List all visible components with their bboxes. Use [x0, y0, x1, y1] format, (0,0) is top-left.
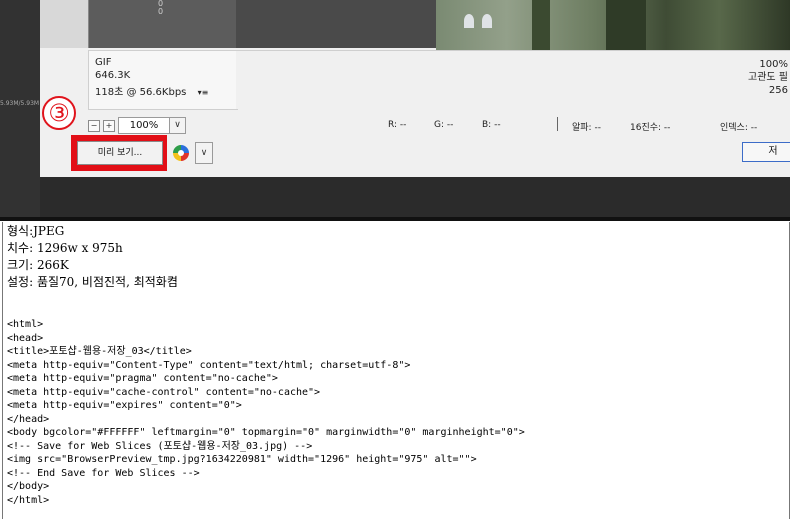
preview-photo	[436, 0, 790, 50]
code-line: <meta http-equiv="Content-Type" content=…	[7, 359, 411, 371]
code-line: <meta http-equiv="cache-control" content…	[7, 386, 321, 398]
save-button[interactable]: 저	[742, 142, 790, 162]
zoom-level-field[interactable]: 100%	[118, 117, 170, 134]
dialog-bottom-edge	[40, 177, 790, 217]
hex-value: 16진수: --	[630, 123, 671, 133]
code-line: </body>	[7, 481, 50, 492]
code-line: <head>	[7, 332, 44, 344]
zoom-in-button[interactable]: +	[103, 120, 115, 132]
code-line: </html>	[7, 494, 50, 506]
code-line: <!-- End Save for Web Slices -->	[7, 467, 200, 479]
info-format: 형식:JPEG	[7, 224, 65, 238]
info-dimensions: 치수: 1296w x 975h	[7, 241, 123, 255]
code-line: <meta http-equiv="expires" content="0">	[7, 400, 242, 411]
code-line: <!-- Save for Web Slices (포토샵-웹용-저장_03.j…	[7, 440, 313, 452]
info-strip	[236, 50, 790, 109]
chevron-down-icon[interactable]: ∨	[169, 117, 186, 134]
photo-tree-trunk	[532, 0, 550, 50]
photo-umbrella	[464, 14, 474, 28]
red-value: R: --	[388, 120, 407, 130]
code-line: <html>	[7, 319, 44, 330]
window-divider	[0, 217, 790, 221]
left-strip-text: 5.93M/5.93M	[0, 100, 40, 107]
code-line: <img src="BrowserPreview_tmp.jpg?1634220…	[7, 454, 477, 465]
code-line: </head>	[7, 413, 50, 425]
preview-digits: 0 0	[158, 0, 163, 16]
code-line: <meta http-equiv="pragma" content="no-ca…	[7, 373, 278, 384]
quality-percent: 100%	[759, 59, 788, 70]
preview-digit: 0	[158, 7, 164, 16]
chevron-down-icon[interactable]: ∨	[195, 142, 213, 164]
download-time-label: 118초 @ 56.6Kbps ▾≡	[95, 83, 208, 98]
step-number-annotation: ③	[42, 96, 76, 130]
preview-button[interactable]: 미리 보기...	[77, 141, 163, 165]
file-size-label: 646.3K	[95, 70, 131, 81]
photo-tree-trunk	[606, 0, 646, 50]
optimized-info-box: GIF 646.3K 118초 @ 56.6Kbps ▾≡	[88, 50, 238, 110]
info-settings: 설정: 품질70, 비점진적, 최적화켬	[7, 275, 178, 289]
green-value: G: --	[434, 120, 454, 130]
info-size: 크기: 266K	[7, 258, 69, 272]
photo-umbrella	[482, 14, 492, 28]
browser-preview-page: 형식:JPEG 치수: 1296w x 975h 크기: 266K 설정: 품질…	[2, 222, 790, 519]
preview-gap	[236, 0, 436, 48]
left-panel-strip	[0, 0, 40, 217]
status-divider	[557, 117, 558, 131]
menu-lines-icon[interactable]: ▾≡	[198, 88, 209, 97]
code-line: <body bgcolor="#FFFFFF" leftmargin="0" t…	[7, 427, 525, 438]
code-line: <title>포토샵-웹용-저장_03</title>	[7, 346, 192, 357]
download-time-text: 118초 @ 56.6Kbps	[95, 87, 187, 98]
right-info-box: 100% 고관도 필 256	[748, 58, 788, 97]
format-label: GIF	[95, 57, 112, 68]
browser-icon-center	[178, 150, 184, 156]
colors-number: 256	[768, 85, 788, 96]
index-value: 인덱스: --	[720, 123, 758, 133]
blue-value: B: --	[482, 120, 501, 130]
alpha-value: 알파: --	[572, 123, 601, 133]
quality-label: 고관도 필	[748, 72, 788, 83]
zoom-out-button[interactable]: −	[88, 120, 100, 132]
